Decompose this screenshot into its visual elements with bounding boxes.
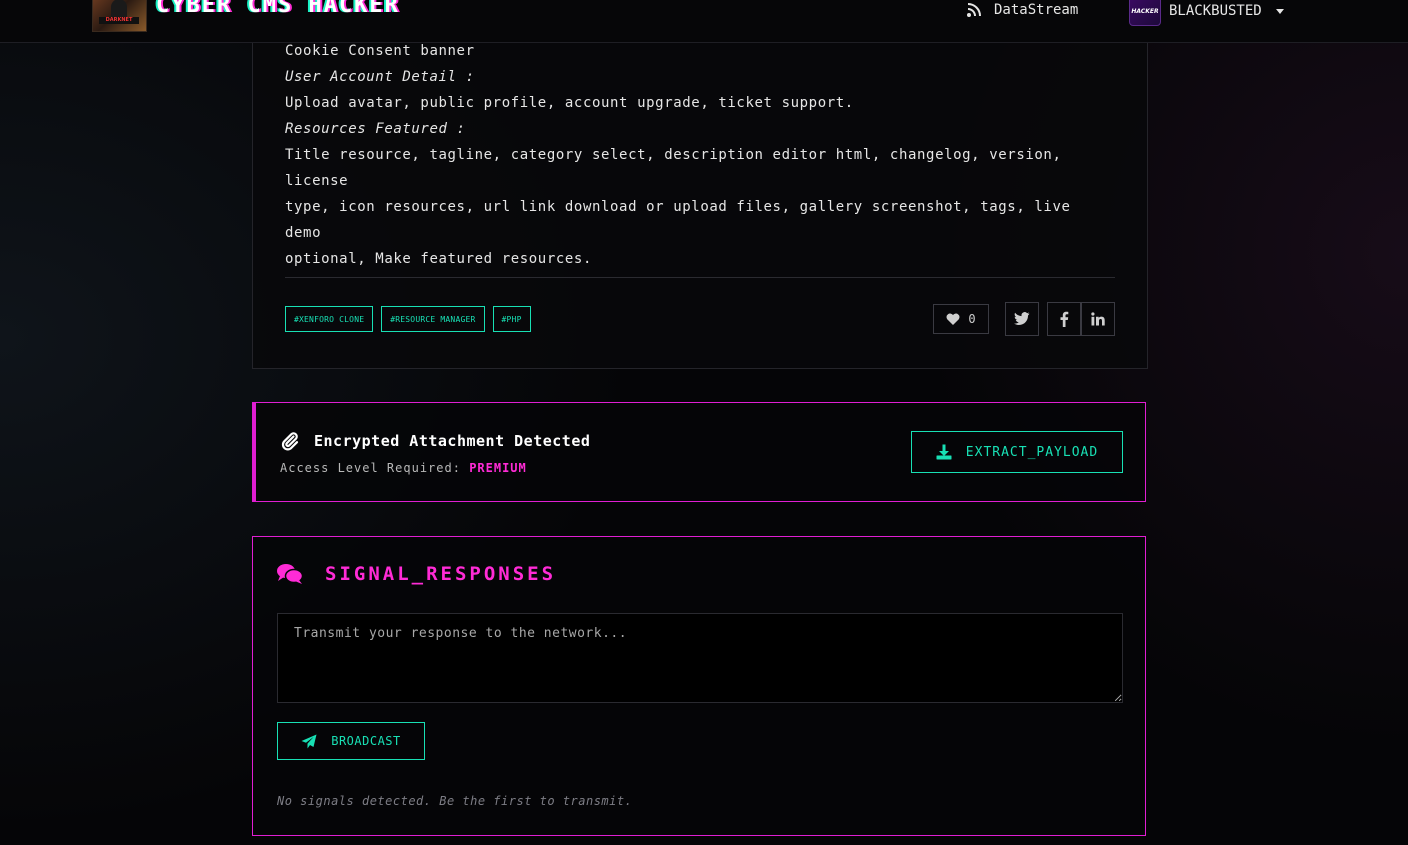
post-line: Resources Featured : xyxy=(285,121,466,137)
extract-payload-label: EXTRACT_PAYLOAD xyxy=(965,444,1099,460)
nav-datastream-link[interactable]: DataStream xyxy=(966,0,1078,20)
responses-heading: SIGNAL_RESPONSES xyxy=(277,563,556,585)
broadcast-label: BROADCAST xyxy=(331,734,401,748)
responses-title: SIGNAL_RESPONSES xyxy=(325,563,557,585)
extract-payload-button[interactable]: EXTRACT_PAYLOAD xyxy=(911,431,1123,473)
post-line: Upload avatar, public profile, account u… xyxy=(285,95,854,111)
post-card: Cookie Consent banner User Account Detai… xyxy=(252,0,1148,369)
attachment-title: Encrypted Attachment Detected xyxy=(314,432,591,450)
facebook-icon xyxy=(1059,311,1069,327)
paperclip-icon xyxy=(280,431,300,451)
broadcast-button[interactable]: BROADCAST xyxy=(277,722,425,760)
like-button[interactable]: 0 xyxy=(933,304,989,334)
post-line: Title resource, tagline, category select… xyxy=(285,147,1071,189)
linkedin-icon xyxy=(1091,312,1105,326)
attachment-card: Encrypted Attachment Detected Access Lev… xyxy=(252,402,1146,502)
access-level: Access Level Required: PREMIUM xyxy=(280,461,527,475)
like-count: 0 xyxy=(968,312,976,326)
post-line: User Account Detail : xyxy=(285,69,475,85)
divider xyxy=(285,277,1115,278)
logo-text: DARKNET xyxy=(99,17,139,24)
empty-responses-text: No signals detected. Be the first to tra… xyxy=(277,794,633,808)
user-menu[interactable]: HACKER BLACKBUSTED xyxy=(1129,0,1284,26)
avatar: HACKER xyxy=(1129,0,1161,26)
site-title[interactable]: CYBER CMS HACKER xyxy=(156,0,400,18)
nav-datastream-label: DataStream xyxy=(994,2,1079,18)
responses-card: SIGNAL_RESPONSES BROADCAST No signals de… xyxy=(252,536,1146,836)
post-body: Cookie Consent banner User Account Detai… xyxy=(285,38,1115,272)
site-logo[interactable]: DARKNET xyxy=(92,0,147,32)
access-level-label: Access Level Required: xyxy=(280,461,461,475)
tag-php[interactable]: #PHP xyxy=(492,306,531,332)
response-textarea[interactable] xyxy=(277,613,1123,703)
post-line: optional, Make featured resources. xyxy=(285,251,592,267)
chevron-down-icon xyxy=(1275,8,1284,14)
share-facebook-button[interactable] xyxy=(1047,302,1081,336)
tag-resource-manager[interactable]: #RESOURCE MANAGER xyxy=(381,306,485,332)
username: BLACKBUSTED xyxy=(1169,3,1262,19)
share-twitter-button[interactable] xyxy=(1005,302,1039,336)
tag-xenforo-clone[interactable]: #XENFORO CLONE xyxy=(285,306,374,332)
heart-icon xyxy=(946,313,960,325)
attachment-heading: Encrypted Attachment Detected xyxy=(280,431,590,451)
paper-plane-icon xyxy=(301,734,317,749)
share-linkedin-button[interactable] xyxy=(1081,302,1115,336)
post-line: type, icon resources, url link download … xyxy=(285,199,1080,241)
rss-icon xyxy=(966,2,982,18)
twitter-icon xyxy=(1014,312,1030,326)
download-icon xyxy=(936,444,952,460)
access-level-value: PREMIUM xyxy=(469,461,527,475)
comments-icon xyxy=(277,563,303,585)
tag-list: #XENFORO CLONE #RESOURCE MANAGER #PHP xyxy=(285,306,531,332)
top-navbar: DARKNET CYBER CMS HACKER DataStream HACK… xyxy=(0,0,1408,43)
